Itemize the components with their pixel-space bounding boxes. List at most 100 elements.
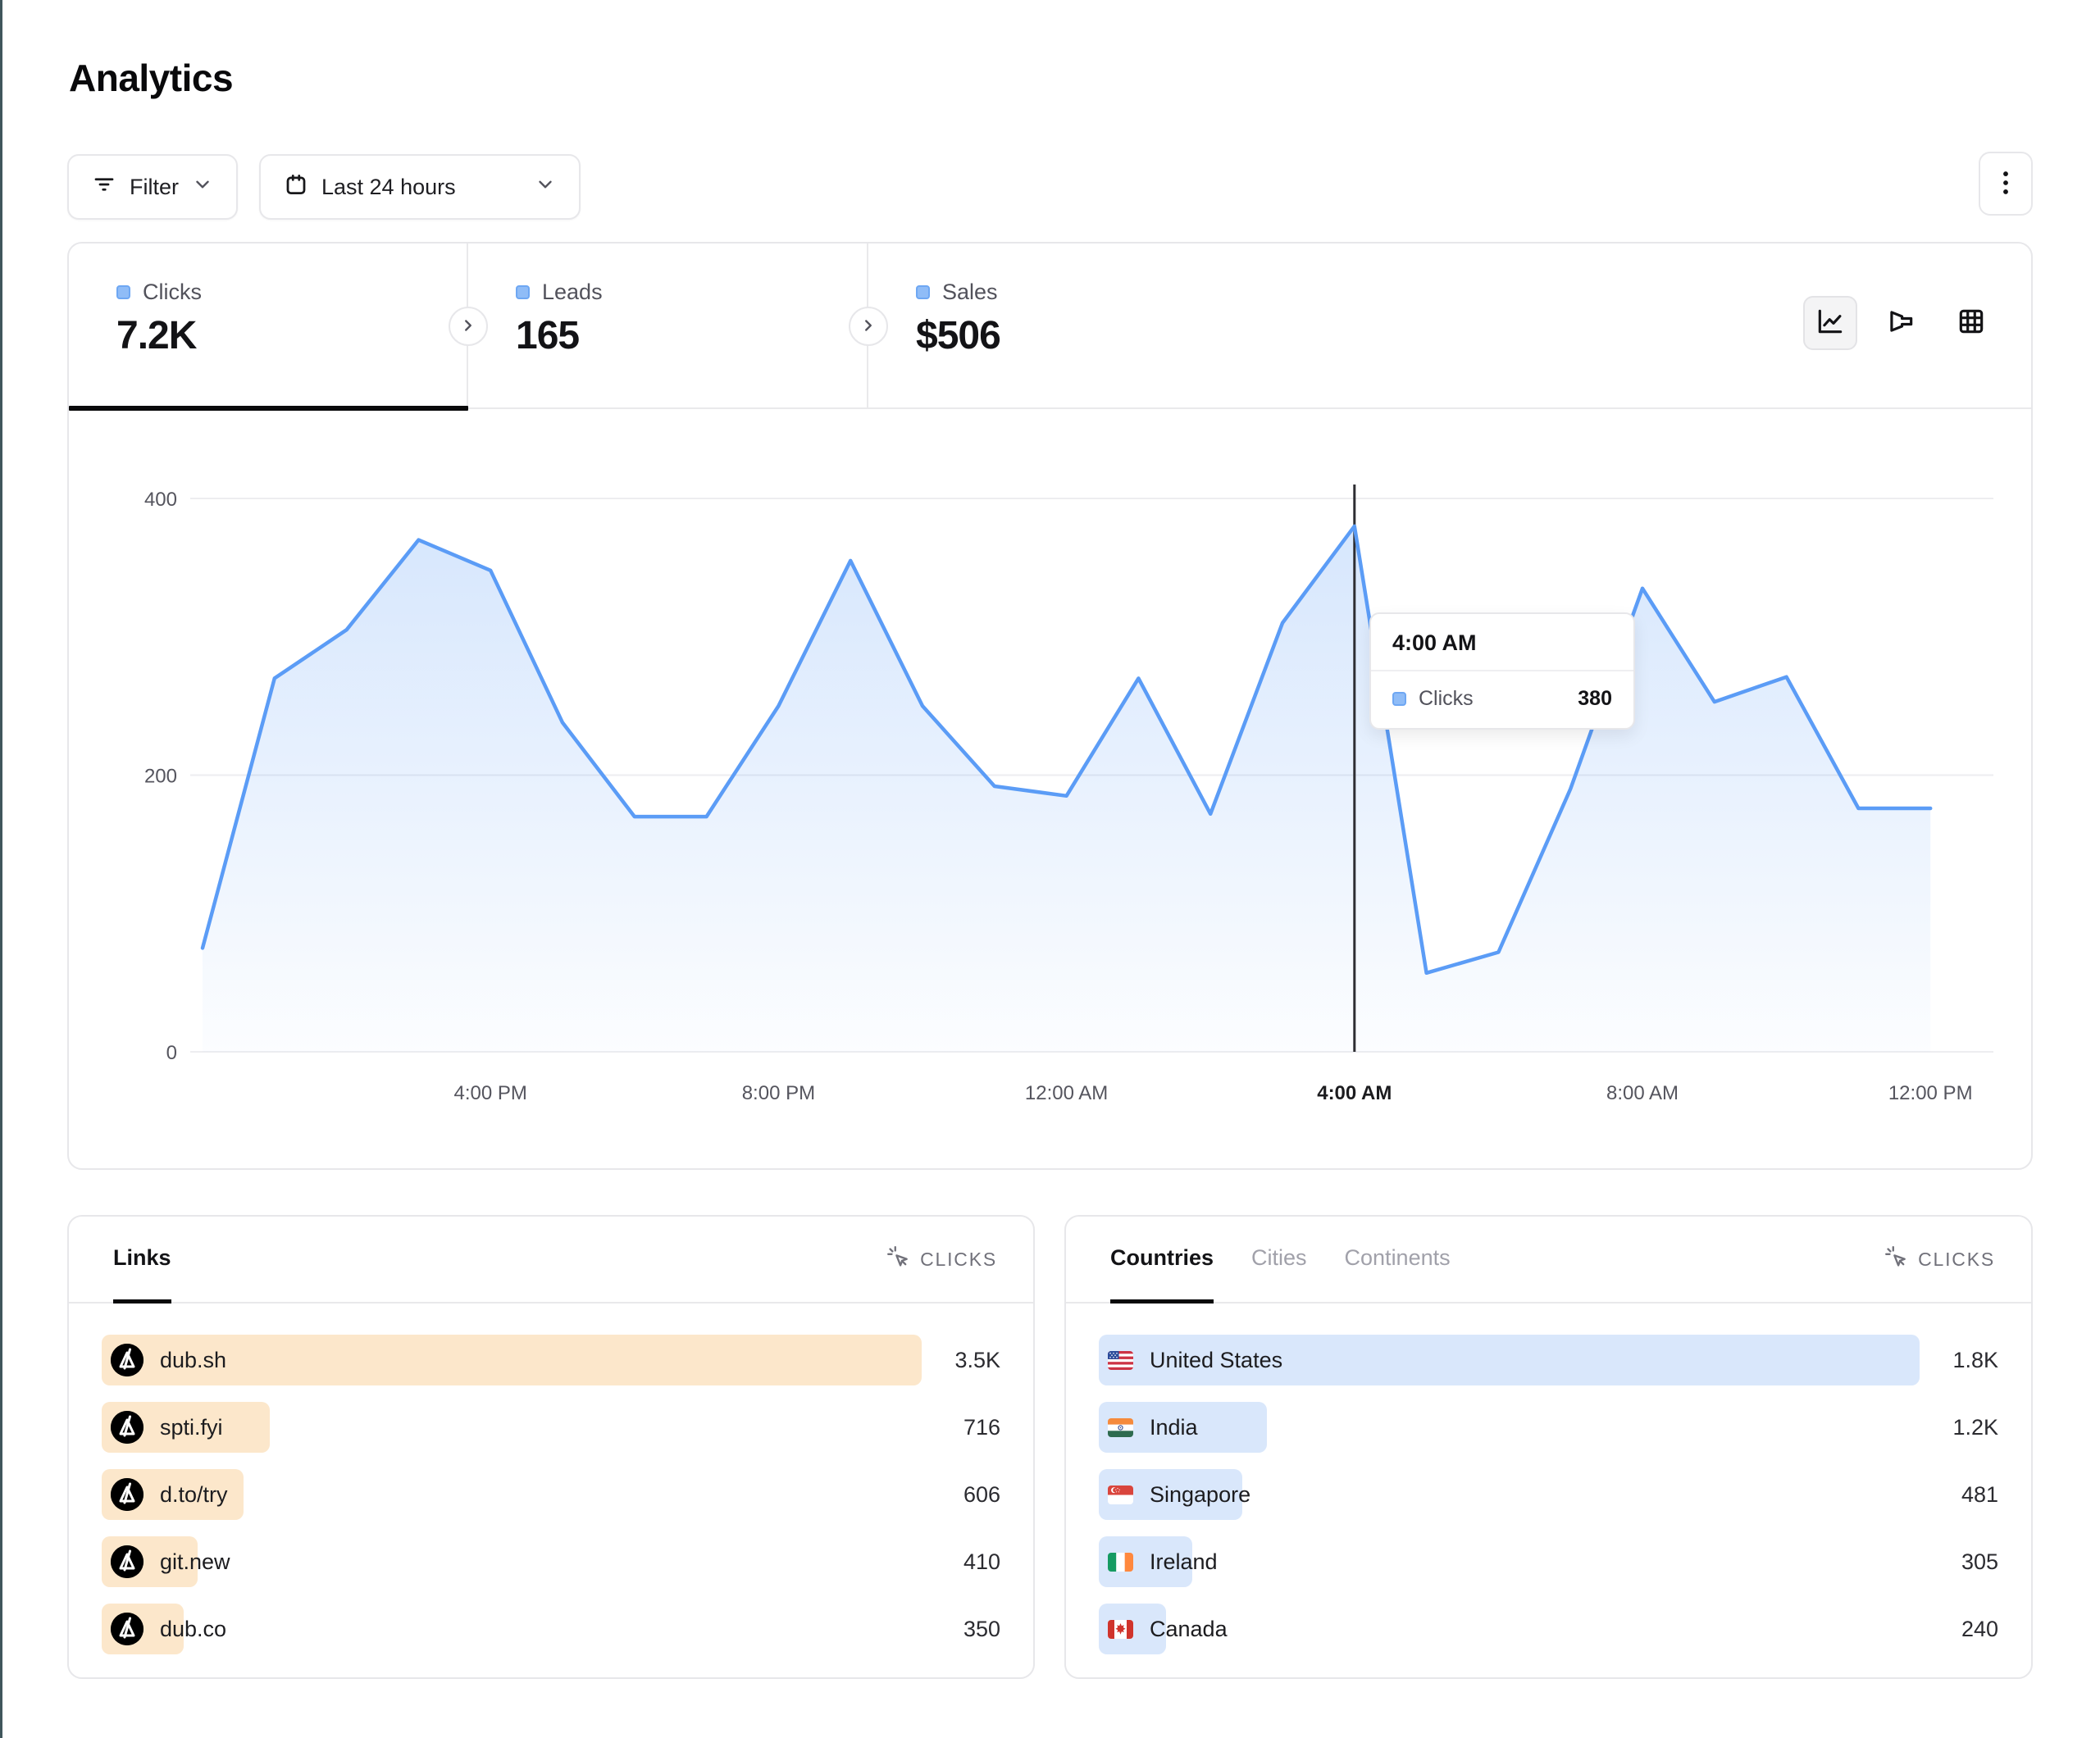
row-value: 1.2K: [1920, 1415, 1998, 1440]
list-item[interactable]: Singapore481: [1099, 1469, 1998, 1520]
row-label: dub.sh: [160, 1348, 226, 1373]
chart-tooltip: 4:00 AM Clicks 380: [1369, 612, 1635, 730]
tab-sales[interactable]: Sales $506: [868, 243, 1267, 409]
links-metric-label: CLICKS: [920, 1249, 997, 1271]
expand-clicks-button[interactable]: [449, 307, 488, 346]
filter-button-label: Filter: [130, 175, 179, 200]
tab-links[interactable]: Links: [113, 1217, 171, 1304]
links-panel: Links CLICKS dub.sh 3.5K spti.fyi 716 d.to/t…: [67, 1215, 1035, 1679]
tab-cities[interactable]: Cities: [1251, 1217, 1307, 1304]
y-axis-label: 200: [144, 766, 177, 788]
bar-zone: d.to/try: [102, 1469, 922, 1520]
dub-logo-icon: [111, 1613, 143, 1645]
window-edge-strip: [0, 0, 2, 1738]
list-item[interactable]: India 1.2K: [1099, 1402, 1998, 1453]
row-value: 410: [922, 1549, 1000, 1575]
row-content: Singapore: [1108, 1469, 1250, 1520]
stat-value: $506: [916, 313, 1267, 358]
chart-type-toggle: [1803, 296, 1998, 350]
list-item[interactable]: Canada 240: [1099, 1604, 1998, 1654]
row-label: Ireland: [1150, 1549, 1218, 1575]
cursor-click-icon: [886, 1244, 910, 1274]
row-content: dub.sh: [111, 1335, 226, 1385]
table-view-toggle[interactable]: [1944, 296, 1998, 350]
row-content: United States: [1108, 1335, 1282, 1385]
row-content: dub.co: [111, 1604, 226, 1654]
list-item[interactable]: United States1.8K: [1099, 1335, 1998, 1385]
stat-label: Clicks: [143, 280, 202, 305]
ca-flag-icon: [1108, 1620, 1133, 1639]
line-chart-icon: [1815, 306, 1846, 341]
links-metric-selector[interactable]: CLICKS: [886, 1217, 997, 1302]
tooltip-series-label: Clicks: [1419, 687, 1474, 711]
date-range-button[interactable]: Last 24 hours: [259, 154, 581, 220]
more-options-button[interactable]: [1979, 152, 2033, 216]
page-title: Analytics: [69, 56, 233, 100]
row-value: 240: [1920, 1617, 1998, 1642]
chevron-down-icon: [535, 174, 556, 201]
funnel-chart-toggle[interactable]: [1874, 296, 1928, 350]
row-content: India: [1108, 1402, 1198, 1453]
bar-zone: dub.sh: [102, 1335, 922, 1385]
chevron-down-icon: [192, 174, 213, 201]
bar-zone: Ireland: [1099, 1536, 1920, 1587]
filter-icon: [92, 172, 116, 202]
tab-countries[interactable]: Countries: [1110, 1217, 1214, 1304]
list-item[interactable]: git.new410: [102, 1536, 1000, 1587]
dub-logo-icon: [111, 1344, 143, 1376]
list-item[interactable]: d.to/try 606: [102, 1469, 1000, 1520]
countries-panel-tabs: Countries Cities Continents: [1110, 1217, 1451, 1302]
funnel-chart-icon: [1885, 306, 1916, 341]
bar-zone: spti.fyi: [102, 1402, 922, 1453]
chevron-right-icon: [859, 316, 877, 337]
bar-zone: git.new: [102, 1536, 922, 1587]
tooltip-value: 380: [1578, 687, 1612, 711]
links-rows: dub.sh 3.5K spti.fyi 716 d.to/try 606 git.new4…: [69, 1304, 1033, 1654]
date-range-label: Last 24 hours: [321, 175, 456, 200]
countries-panel: Countries Cities Continents CLICKS United …: [1064, 1215, 2033, 1679]
clicks-legend-square: [116, 285, 130, 299]
bar-zone: Singapore: [1099, 1469, 1920, 1520]
sales-legend-square: [916, 285, 930, 299]
list-item[interactable]: dub.co350: [102, 1604, 1000, 1654]
bar-zone: United States: [1099, 1335, 1920, 1385]
x-axis-label: 4:00 AM: [1317, 1082, 1392, 1104]
countries-metric-selector[interactable]: CLICKS: [1884, 1217, 1995, 1302]
row-content: spti.fyi: [111, 1402, 223, 1453]
area-fill: [203, 526, 1930, 1052]
row-content: d.to/try: [111, 1469, 228, 1520]
stat-value: 7.2K: [116, 313, 467, 358]
dub-logo-icon: [111, 1545, 143, 1578]
line-chart-toggle[interactable]: [1803, 296, 1857, 350]
bar-zone: Canada: [1099, 1604, 1920, 1654]
filter-button[interactable]: Filter: [67, 154, 238, 220]
tab-clicks[interactable]: Clicks 7.2K: [69, 243, 468, 409]
calendar-icon: [284, 172, 308, 202]
y-axis-label: 400: [144, 489, 177, 511]
row-value: 3.5K: [922, 1348, 1000, 1373]
x-axis-label: 8:00 PM: [742, 1082, 815, 1104]
countries-rows: United States1.8K India 1.2K Singapore481 Ir…: [1066, 1304, 2031, 1654]
row-value: 716: [922, 1415, 1000, 1440]
toolbar: Filter Last 24 hours: [67, 154, 581, 220]
countries-metric-label: CLICKS: [1918, 1249, 1995, 1271]
links-panel-tabs: Links: [113, 1217, 171, 1302]
sg-flag-icon: [1108, 1485, 1133, 1504]
row-label: Canada: [1150, 1617, 1228, 1642]
clicks-area-chart[interactable]: 02004004:00 PM8:00 PM12:00 AM4:00 AM8:00…: [69, 409, 2031, 1168]
tab-leads[interactable]: Leads 165: [468, 243, 868, 409]
row-content: Canada: [1108, 1604, 1228, 1654]
chevron-right-icon: [459, 316, 477, 337]
list-item[interactable]: dub.sh 3.5K: [102, 1335, 1000, 1385]
us-flag-icon: [1108, 1351, 1133, 1370]
bar-zone: India: [1099, 1402, 1920, 1453]
list-item[interactable]: spti.fyi 716: [102, 1402, 1000, 1453]
tab-continents[interactable]: Continents: [1345, 1217, 1451, 1304]
cursor-click-icon: [1884, 1244, 1908, 1274]
ie-flag-icon: [1108, 1553, 1133, 1572]
expand-leads-button[interactable]: [849, 307, 888, 346]
row-value: 606: [922, 1482, 1000, 1508]
list-item[interactable]: Ireland305: [1099, 1536, 1998, 1587]
chart-canvas: 02004004:00 PM8:00 PM12:00 AM4:00 AM8:00…: [69, 409, 2031, 1168]
tooltip-time: 4:00 AM: [1371, 614, 1633, 671]
